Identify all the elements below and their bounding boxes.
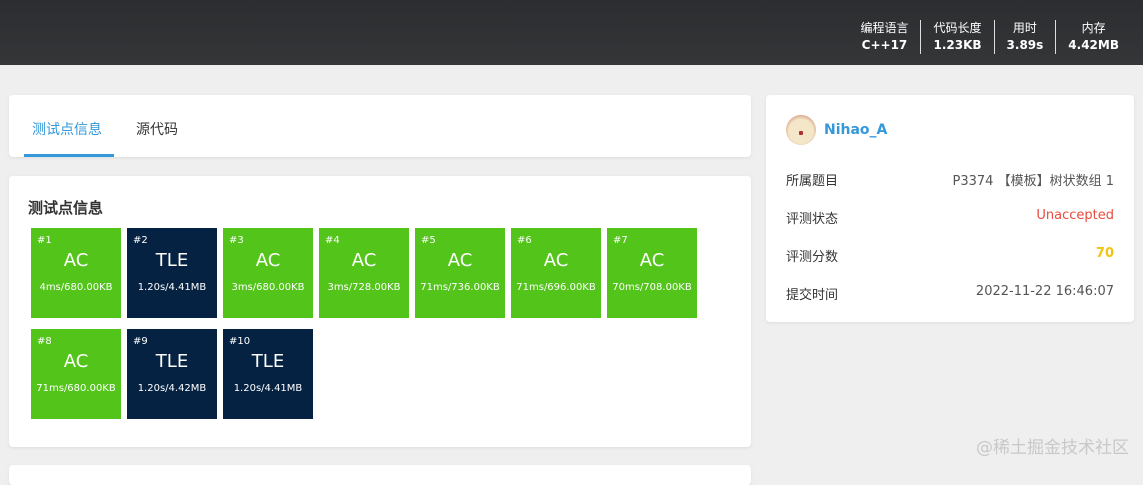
username-link[interactable]: Nihao_A	[824, 122, 887, 138]
case-status: AC	[543, 250, 569, 271]
stat-label: 编程语言	[860, 21, 909, 35]
case-status: AC	[63, 351, 89, 372]
test-case-tile[interactable]: #3 AC 3ms/680.00KB	[223, 228, 313, 318]
case-info: 70ms/708.00KB	[612, 282, 692, 293]
case-id: #6	[517, 235, 532, 246]
stat-label: 代码长度	[933, 21, 982, 35]
case-info: 71ms/696.00KB	[516, 282, 596, 293]
tab-test-cases[interactable]: 测试点信息	[32, 119, 102, 139]
case-info: 71ms/736.00KB	[420, 282, 500, 293]
case-id: #1	[37, 235, 52, 246]
test-case-tile[interactable]: #1 AC 4ms/680.00KB	[31, 228, 121, 318]
info-row-score: 评测分数 70	[786, 246, 1114, 265]
top-bar: 编程语言 C++17 代码长度 1.23KB 用时 3.89s 内存 4.42MB	[0, 0, 1143, 65]
row-label: 所属题目	[786, 174, 839, 189]
tabs-card: 测试点信息 源代码	[9, 95, 751, 157]
case-status: AC	[255, 250, 281, 271]
case-info: 1.20s/4.42MB	[137, 383, 207, 394]
case-id: #9	[133, 336, 148, 347]
stat-value: 4.42MB	[1068, 38, 1119, 52]
case-status: TLE	[251, 351, 285, 372]
case-id: #8	[37, 336, 52, 347]
test-case-tile[interactable]: #7 AC 70ms/708.00KB	[607, 228, 697, 318]
row-label: 评测状态	[786, 212, 839, 227]
case-info: 3ms/680.00KB	[231, 282, 305, 293]
active-tab-indicator	[24, 154, 114, 157]
stat-memory: 内存 4.42MB	[1055, 20, 1131, 54]
case-status: TLE	[155, 351, 189, 372]
row-label: 提交时间	[786, 288, 839, 303]
user-info[interactable]: Nihao_A	[786, 115, 887, 145]
stat-value: 3.89s	[1006, 38, 1044, 52]
next-card	[9, 465, 751, 485]
case-id: #5	[421, 235, 436, 246]
avatar[interactable]	[786, 115, 816, 145]
stat-value: C++17	[861, 38, 908, 52]
stat-time: 用时 3.89s	[993, 20, 1056, 54]
case-status: TLE	[155, 250, 189, 271]
test-case-tile[interactable]: #9 TLE 1.20s/4.42MB	[127, 329, 217, 419]
case-info: 1.20s/4.41MB	[233, 383, 303, 394]
test-case-tile[interactable]: #10 TLE 1.20s/4.41MB	[223, 329, 313, 419]
test-case-tile[interactable]: #6 AC 71ms/696.00KB	[511, 228, 601, 318]
submission-stats: 编程语言 C++17 代码长度 1.23KB 用时 3.89s 内存 4.42MB	[848, 20, 1131, 54]
stat-code-length: 代码长度 1.23KB	[920, 20, 993, 54]
case-id: #7	[613, 235, 628, 246]
case-info: 3ms/728.00KB	[327, 282, 401, 293]
problem-link[interactable]: P3374 【模板】树状数组 1	[953, 170, 1114, 189]
row-label: 评测分数	[786, 250, 839, 265]
tab-source-code[interactable]: 源代码	[136, 119, 178, 139]
case-info: 71ms/680.00KB	[36, 383, 116, 394]
case-status: AC	[63, 250, 89, 271]
case-info: 1.20s/4.41MB	[137, 282, 207, 293]
info-row-problem: 所属题目 P3374 【模板】树状数组 1	[786, 170, 1114, 189]
info-row-time: 提交时间 2022-11-22 16:46:07	[786, 284, 1114, 303]
score-value: 70	[1095, 246, 1114, 261]
test-cases-card: 测试点信息 #1 AC 4ms/680.00KB #2 TLE 1.20s/4.41MB #…	[9, 176, 751, 447]
submission-info-card: Nihao_A 所属题目 P3374 【模板】树状数组 1 评测状态 Unaccep…	[766, 95, 1134, 322]
stat-value: 1.23KB	[933, 38, 982, 52]
case-status: AC	[639, 250, 665, 271]
stat-label: 内存	[1081, 21, 1106, 35]
case-status: AC	[447, 250, 473, 271]
case-id: #4	[325, 235, 340, 246]
info-row-status: 评测状态 Unaccepted	[786, 208, 1114, 227]
test-case-tile[interactable]: #5 AC 71ms/736.00KB	[415, 228, 505, 318]
case-status: AC	[351, 250, 377, 271]
section-title: 测试点信息	[28, 199, 104, 217]
status-value: Unaccepted	[1036, 208, 1114, 223]
test-case-tile[interactable]: #2 TLE 1.20s/4.41MB	[127, 228, 217, 318]
test-case-tile[interactable]: #4 AC 3ms/728.00KB	[319, 228, 409, 318]
case-id: #3	[229, 235, 244, 246]
watermark: @稀土掘金技术社区	[976, 438, 1129, 458]
test-case-tile[interactable]: #8 AC 71ms/680.00KB	[31, 329, 121, 419]
case-info: 4ms/680.00KB	[39, 282, 113, 293]
case-id: #2	[133, 235, 148, 246]
case-id: #10	[229, 336, 251, 347]
stat-language: 编程语言 C++17	[848, 20, 920, 54]
stat-label: 用时	[1012, 21, 1037, 35]
submit-time-value: 2022-11-22 16:46:07	[975, 284, 1114, 299]
